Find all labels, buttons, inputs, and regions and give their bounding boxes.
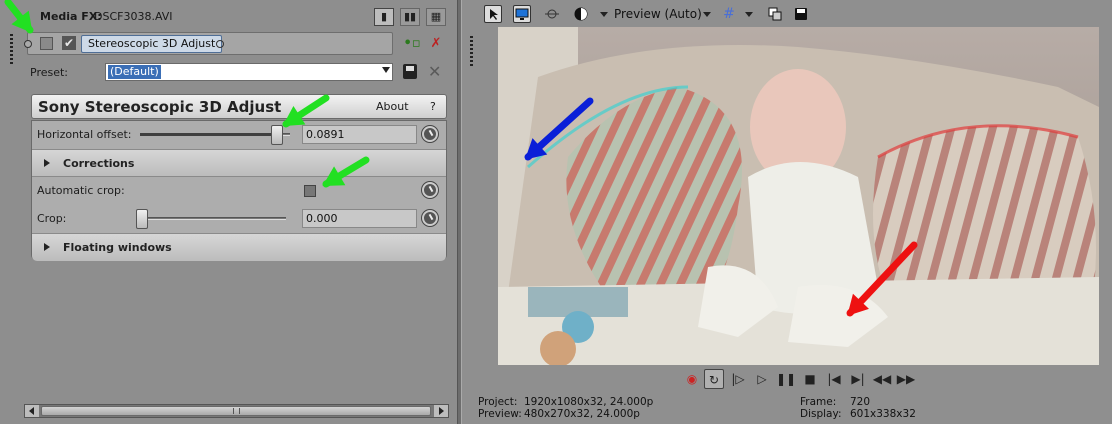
project-value: 1920x1080x32, 24.000p bbox=[524, 396, 654, 408]
play-from-start-icon[interactable]: |▷ bbox=[728, 369, 748, 389]
green-arrows bbox=[4, 0, 370, 188]
previous-frame-icon[interactable]: |◀ bbox=[824, 369, 844, 389]
pointer-icon[interactable] bbox=[484, 5, 502, 23]
display-label: Display: bbox=[800, 408, 842, 420]
pause-icon[interactable]: ❚❚ bbox=[776, 369, 796, 389]
preview-quality-dropdown[interactable]: Preview (Auto) bbox=[614, 7, 702, 21]
chevron-down-icon[interactable] bbox=[745, 12, 753, 17]
video-preview-panel: Preview (Auto) # ◉ ↻ |▷ ▷ ❚❚ ■ |◀ ▶| ◀◀ … bbox=[462, 0, 1112, 424]
chevron-down-icon[interactable] bbox=[600, 12, 608, 17]
split-screen-icon[interactable] bbox=[543, 5, 561, 23]
stop-icon[interactable]: ■ bbox=[800, 369, 820, 389]
green-arrow-crop bbox=[322, 156, 370, 188]
preview-value: 480x270x32, 24.000p bbox=[524, 408, 640, 420]
green-arrow-chain bbox=[4, 0, 34, 34]
rewind-icon[interactable]: ◀◀ bbox=[872, 369, 892, 389]
grid-icon[interactable]: # bbox=[720, 5, 738, 23]
monitor-icon[interactable] bbox=[513, 5, 531, 23]
panel-grip[interactable] bbox=[470, 36, 473, 66]
anaglyph-video-image bbox=[498, 27, 1099, 365]
preview-label: Preview: bbox=[478, 408, 522, 420]
video-fx-panel: Media FX: DSCF3038.AVI ▮ ▮▮ ▦ ✔ Stereosc… bbox=[0, 0, 457, 424]
frame-label: Frame: bbox=[800, 396, 837, 408]
green-arrow-offset bbox=[282, 94, 330, 128]
fast-forward-icon[interactable]: ▶▶ bbox=[896, 369, 916, 389]
next-frame-icon[interactable]: ▶| bbox=[848, 369, 868, 389]
loop-icon[interactable]: ↻ bbox=[704, 369, 724, 389]
chevron-down-icon[interactable] bbox=[703, 12, 711, 17]
play-icon[interactable]: ▷ bbox=[752, 369, 772, 389]
project-label: Project: bbox=[478, 396, 518, 408]
frame-value: 720 bbox=[850, 396, 871, 408]
overlays-icon[interactable] bbox=[572, 5, 590, 23]
video-preview-frame bbox=[498, 27, 1099, 365]
display-value: 601x338x32 bbox=[850, 408, 916, 420]
save-snapshot-icon[interactable] bbox=[792, 5, 810, 23]
copy-snapshot-icon[interactable] bbox=[766, 5, 784, 23]
annotation-arrows-left bbox=[4, 0, 370, 188]
record-icon[interactable]: ◉ bbox=[682, 369, 702, 389]
